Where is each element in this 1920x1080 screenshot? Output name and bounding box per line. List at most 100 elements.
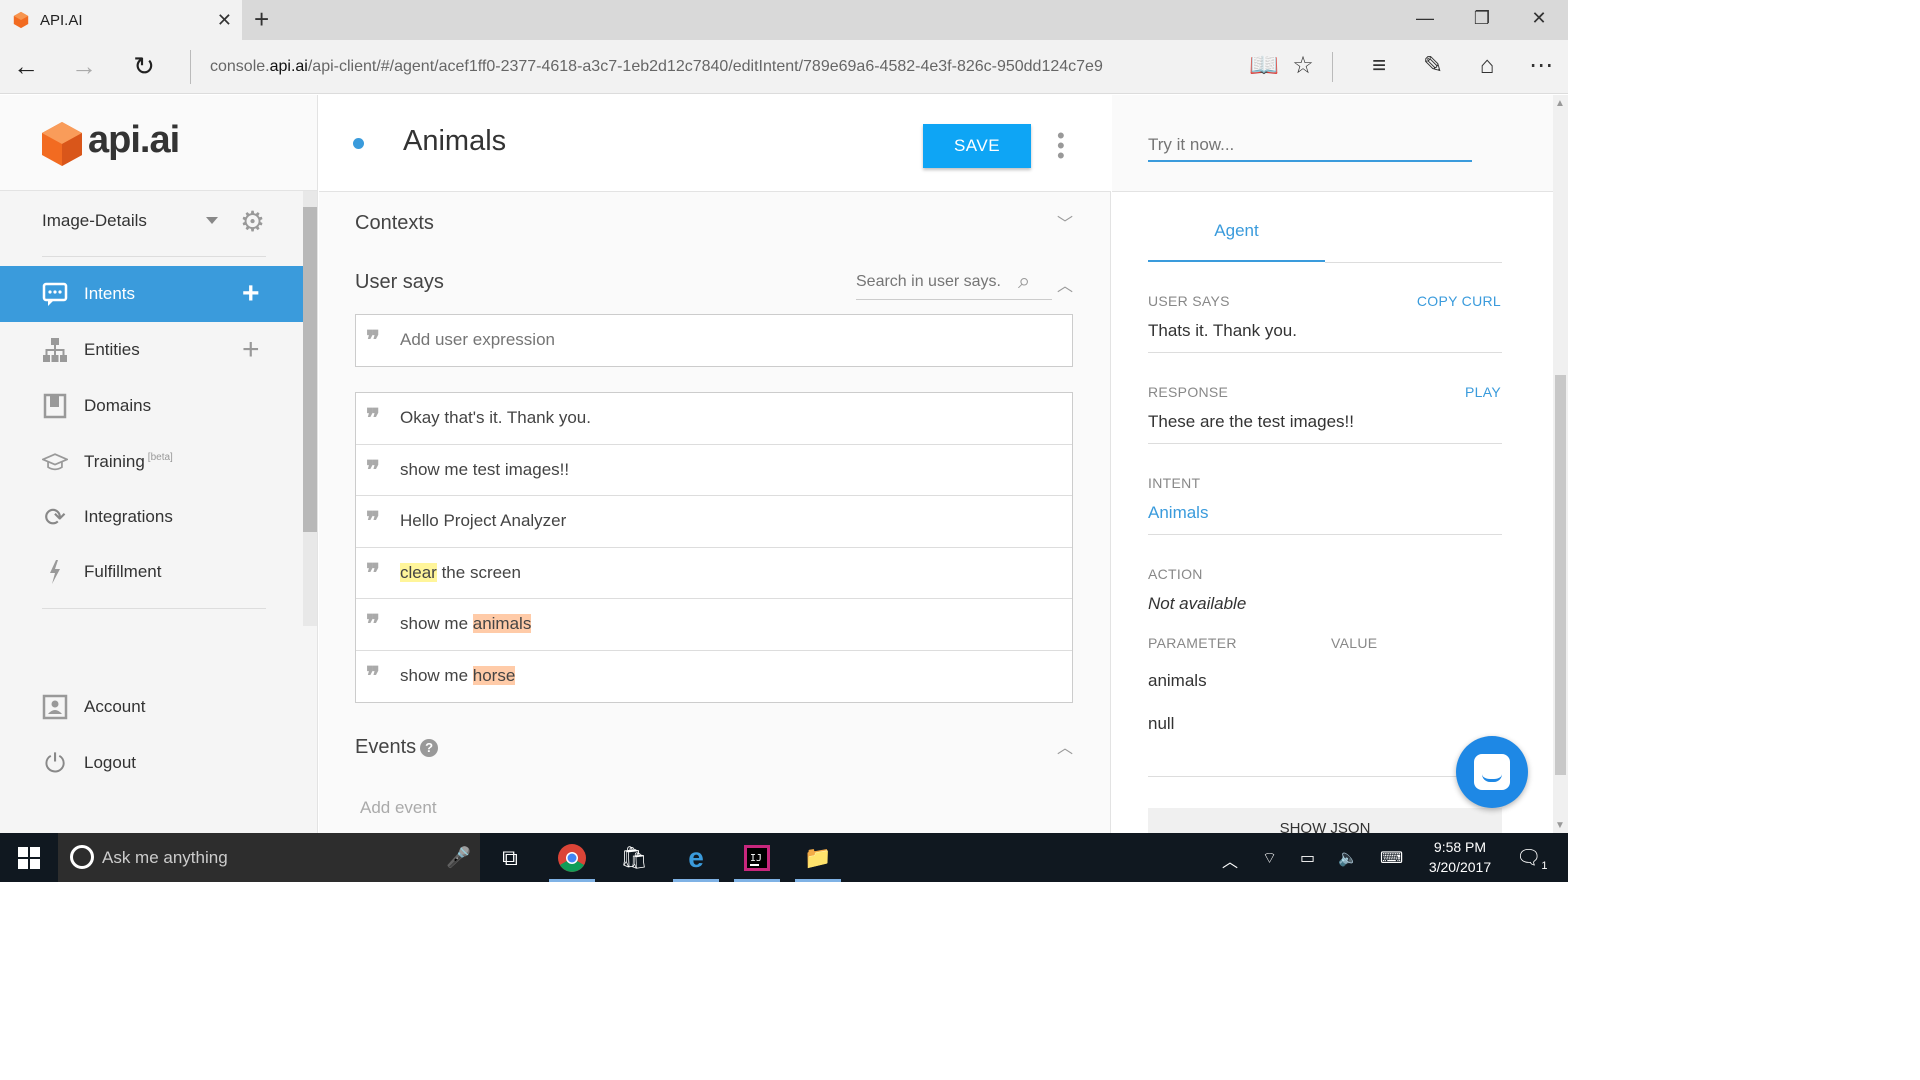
expression-pre: show me xyxy=(400,665,473,685)
caret-down-icon[interactable] xyxy=(206,217,218,224)
response-value: These are the test images!! xyxy=(1148,412,1354,431)
url-separator xyxy=(190,50,191,84)
entity-highlight[interactable]: animals xyxy=(472,614,532,633)
reading-view-icon[interactable]: 📖 xyxy=(1249,52,1279,80)
sidebar-item-label: Integrations xyxy=(84,507,173,526)
sidebar-scrollbar-thumb[interactable] xyxy=(303,207,317,532)
list-item[interactable]: ❞ show me horse xyxy=(356,651,1072,703)
search-icon[interactable]: ⌕ xyxy=(1018,268,1030,294)
save-button[interactable]: SAVE xyxy=(923,124,1031,168)
close-tab-icon[interactable]: ✕ xyxy=(217,10,232,30)
agent-selector[interactable]: Image-Details ⚙ xyxy=(42,205,266,257)
intent-link[interactable]: Animals xyxy=(1148,503,1208,523)
restore-icon[interactable]: ❐ xyxy=(1467,8,1497,29)
svg-text:IJ: IJ xyxy=(750,853,762,864)
sitemap-icon xyxy=(43,338,67,362)
chrome-icon[interactable] xyxy=(555,841,589,875)
quote-icon: ❞ xyxy=(366,610,380,640)
intent-header: Animals SAVE • • • xyxy=(319,95,1111,192)
gear-icon[interactable]: ⚙ xyxy=(240,205,265,238)
task-view-icon[interactable]: ⧉ xyxy=(493,841,527,875)
search-input[interactable] xyxy=(856,268,1016,291)
web-note-icon[interactable]: ✎ xyxy=(1418,52,1448,80)
minimize-icon[interactable]: — xyxy=(1410,8,1440,29)
list-item[interactable]: ❞ show me animals xyxy=(356,599,1072,651)
expression-text[interactable]: show me test images!! xyxy=(400,460,569,480)
system-clock[interactable]: 9:58 PM 3/20/2017 xyxy=(1420,837,1500,877)
add-event-input[interactable]: Add event xyxy=(360,798,437,818)
page-scrollbar-thumb[interactable] xyxy=(1555,375,1566,775)
url-path: /api-client/#/agent/acef1ff0-2377-4618-a… xyxy=(307,58,1103,75)
list-item[interactable]: ❞ Okay that's it. Thank you. xyxy=(356,393,1072,445)
value-label: VALUE xyxy=(1331,635,1378,651)
sidebar-item-integrations[interactable]: ⟳ Integrations xyxy=(0,489,303,545)
chevron-down-icon[interactable]: ﹀ xyxy=(1057,210,1073,234)
scroll-down-icon[interactable]: ▼ xyxy=(1555,820,1565,831)
list-item[interactable]: ❞ show me test images!! xyxy=(356,445,1072,496)
try-it-input[interactable] xyxy=(1148,130,1472,162)
microphone-icon[interactable]: 🎤 xyxy=(446,845,471,870)
sidebar-item-account[interactable]: Account xyxy=(0,679,303,735)
add-entity-icon[interactable]: + xyxy=(242,335,260,365)
store-icon[interactable]: 🛍 xyxy=(617,841,651,875)
new-tab-icon[interactable]: + xyxy=(254,6,269,32)
expression-text[interactable]: show me horse xyxy=(400,665,516,686)
list-item[interactable]: ❞ Hello Project Analyzer xyxy=(356,496,1072,548)
favorite-star-icon[interactable]: ☆ xyxy=(1288,52,1318,80)
sidebar-item-fulfillment[interactable]: Fulfillment xyxy=(0,544,303,600)
more-options-icon[interactable]: • • • xyxy=(1057,125,1065,167)
play-link[interactable]: PLAY xyxy=(1465,384,1501,400)
sidebar-item-entities[interactable]: Entities + xyxy=(0,322,303,378)
refresh-icon[interactable]: ↻ xyxy=(128,52,160,80)
chevron-up-icon[interactable]: ︿ xyxy=(1057,272,1073,296)
sidebar-item-domains[interactable]: Domains xyxy=(0,378,303,434)
add-expression-input[interactable] xyxy=(400,330,1000,350)
intent-title[interactable]: Animals xyxy=(403,125,506,158)
response-label: RESPONSE xyxy=(1148,384,1229,400)
address-bar[interactable]: console.api.ai/api-client/#/agent/acef1f… xyxy=(210,58,1103,76)
hub-icon[interactable]: ≡ xyxy=(1364,52,1394,80)
more-icon[interactable]: ⋯ xyxy=(1526,52,1556,80)
cortana-search[interactable]: Ask me anything 🎤 xyxy=(58,833,480,882)
expression-text[interactable]: show me animals xyxy=(400,614,532,634)
keyboard-icon[interactable]: ⌨ xyxy=(1380,848,1403,868)
add-intent-icon[interactable]: + xyxy=(242,279,260,309)
back-icon[interactable]: ← xyxy=(10,52,42,80)
search-user-says[interactable]: ⌕ xyxy=(856,268,1052,300)
intent-label: INTENT xyxy=(1148,475,1201,491)
expression-text[interactable]: clear the screen xyxy=(400,562,521,583)
volume-icon[interactable]: 🔈 xyxy=(1338,848,1358,868)
battery-icon[interactable]: ▭ xyxy=(1300,848,1315,868)
contexts-title[interactable]: Contexts xyxy=(355,212,434,235)
tab-agent[interactable]: Agent xyxy=(1148,212,1325,262)
chevron-up-icon[interactable]: ︿ xyxy=(1057,734,1073,758)
list-item[interactable]: ❞ clear the screen xyxy=(356,548,1072,599)
help-icon[interactable]: ? xyxy=(420,738,439,757)
sidebar-item-intents[interactable]: Intents + xyxy=(0,266,303,322)
window-close-icon[interactable]: ✕ xyxy=(1524,8,1554,29)
windows-start-icon[interactable] xyxy=(18,847,40,869)
scroll-up-icon[interactable]: ▲ xyxy=(1555,98,1565,109)
expression-text[interactable]: Okay that's it. Thank you. xyxy=(400,408,591,428)
notification-icon[interactable]: 🗨1 xyxy=(1516,845,1548,872)
forward-icon[interactable]: → xyxy=(68,52,100,80)
chat-launcher-button[interactable] xyxy=(1456,736,1528,808)
quote-icon: ❞ xyxy=(366,455,380,486)
sidebar-item-training[interactable]: Training [beta] xyxy=(0,434,303,490)
entity-highlight[interactable]: clear xyxy=(400,562,437,582)
browser-tab[interactable]: API.AI ✕ xyxy=(0,0,242,40)
sidebar-item-label: Fulfillment xyxy=(84,562,162,581)
share-icon[interactable]: ⌂ xyxy=(1472,52,1502,80)
chevron-up-icon[interactable]: ︿ xyxy=(1222,848,1238,872)
add-expression-box[interactable]: ❞ xyxy=(355,314,1073,367)
sidebar-item-logout[interactable]: ⏻ Logout xyxy=(0,735,303,791)
action-label: ACTION xyxy=(1148,566,1203,582)
wifi-icon[interactable]: ⌔ xyxy=(1262,848,1277,868)
edge-icon[interactable]: e xyxy=(679,841,713,875)
copy-curl-link[interactable]: COPY CURL xyxy=(1417,293,1501,309)
file-explorer-icon[interactable]: 📁 xyxy=(801,841,835,875)
intellij-icon[interactable]: IJ xyxy=(740,841,774,875)
entity-highlight[interactable]: horse xyxy=(472,665,516,685)
expression-text[interactable]: Hello Project Analyzer xyxy=(400,511,566,531)
try-it-header xyxy=(1112,95,1553,192)
